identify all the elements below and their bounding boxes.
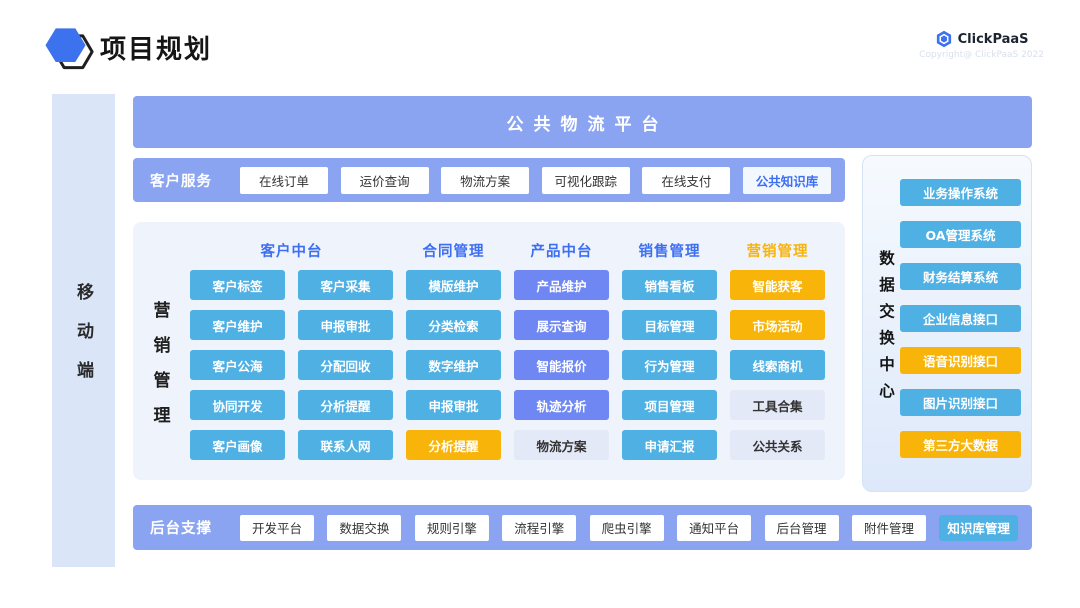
module-button[interactable]: 分析提醒: [298, 390, 393, 420]
module-button[interactable]: 公共关系: [730, 430, 825, 460]
customer-service-row: 客户服务 在线订单运价查询物流方案可视化跟踪在线支付公共知识库: [133, 158, 845, 202]
module-button[interactable]: 联系人网: [298, 430, 393, 460]
module-button[interactable]: 申报审批: [406, 390, 501, 420]
backend-button[interactable]: 数据交换: [327, 515, 401, 541]
integration-button[interactable]: 语音识别接口: [900, 347, 1021, 374]
column-header: 合同管理: [406, 240, 501, 261]
page-title: 项目规划: [100, 29, 212, 66]
customer-service-label: 客户服务: [150, 170, 212, 191]
module-button[interactable]: 产品维护: [514, 270, 609, 300]
module-button[interactable]: 线索商机: [730, 350, 825, 380]
module-button[interactable]: 客户画像: [190, 430, 285, 460]
module-button[interactable]: 客户采集: [298, 270, 393, 300]
service-button[interactable]: 可视化跟踪: [542, 167, 630, 194]
module-button[interactable]: 协同开发: [190, 390, 285, 420]
service-button[interactable]: 在线订单: [240, 167, 328, 194]
module-button[interactable]: 分析提醒: [406, 430, 501, 460]
module-button[interactable]: 目标管理: [622, 310, 717, 340]
service-button[interactable]: 运价查询: [341, 167, 429, 194]
data-exchange-buttons: 业务操作系统 OA管理系统财务结算系统企业信息接口语音识别接口图片识别接口第三方大…: [900, 179, 1021, 458]
column-headers: 客户中台合同管理产品中台销售管理营销管理: [190, 234, 825, 266]
backend-support-label: 后台支撑: [150, 517, 212, 538]
mobile-rail-label: 移动端: [71, 283, 96, 400]
integration-button[interactable]: 财务结算系统: [900, 263, 1021, 290]
column-header: 客户中台: [190, 240, 393, 261]
module-button[interactable]: 模版维护: [406, 270, 501, 300]
module-button[interactable]: 智能获客: [730, 270, 825, 300]
integration-button[interactable]: 第三方大数据: [900, 431, 1021, 458]
data-exchange-panel: 数据交换中心 业务操作系统OA管理系统财务结算系统企业信息接口语音识别接口图片识…: [862, 155, 1032, 492]
module-button[interactable]: 申报审批: [298, 310, 393, 340]
integration-button[interactable]: OA管理系统: [900, 221, 1021, 248]
module-button[interactable]: 销售看板: [622, 270, 717, 300]
module-button[interactable]: 物流方案: [514, 430, 609, 460]
backend-button[interactable]: 开发平台: [240, 515, 314, 541]
backend-button[interactable]: 流程引擎: [502, 515, 576, 541]
brand-name: ClickPaaS: [958, 32, 1029, 47]
mobile-rail: 移动端: [52, 94, 115, 567]
column-header: 销售管理: [622, 240, 717, 261]
clickpaas-logo-icon: [935, 30, 953, 48]
module-button[interactable]: 展示查询: [514, 310, 609, 340]
brand-block: ClickPaaS Copyright@ ClickPaaS 2022: [919, 30, 1044, 60]
marketing-panel: 营销管理 客户中台合同管理产品中台销售管理营销管理 客户标签客户采集模版维护产品…: [133, 222, 845, 480]
service-button[interactable]: 物流方案: [441, 167, 529, 194]
backend-button[interactable]: 附件管理: [852, 515, 926, 541]
marketing-side-label: 营销管理: [143, 271, 177, 471]
backend-support-row: 后台支撑 开发平台数据交换规则引擎流程引擎爬虫引擎通知平台后台管理附件管理知识库…: [133, 505, 1032, 550]
backend-button[interactable]: 知识库管理: [939, 515, 1018, 541]
integration-button[interactable]: 企业信息接口: [900, 305, 1021, 332]
project-hexagon-icon: [38, 20, 94, 76]
column-header: 产品中台: [514, 240, 609, 261]
module-button[interactable]: 分配回收: [298, 350, 393, 380]
integration-button[interactable]: 图片识别接口: [900, 389, 1021, 416]
module-button[interactable]: 数字维护: [406, 350, 501, 380]
module-grid: 客户标签客户采集模版维护产品维护销售看板智能获客客户维护申报审批分类检索展示查询…: [190, 270, 825, 460]
module-button[interactable]: 客户标签: [190, 270, 285, 300]
module-button[interactable]: 市场活动: [730, 310, 825, 340]
backend-button[interactable]: 规则引擎: [415, 515, 489, 541]
module-button[interactable]: 分类检索: [406, 310, 501, 340]
module-button[interactable]: 轨迹分析: [514, 390, 609, 420]
service-button[interactable]: 在线支付: [642, 167, 730, 194]
customer-service-buttons: 在线订单运价查询物流方案可视化跟踪在线支付公共知识库: [240, 167, 831, 194]
backend-support-buttons: 开发平台数据交换规则引擎流程引擎爬虫引擎通知平台后台管理附件管理知识库管理: [240, 515, 1018, 541]
brand-copyright: Copyright@ ClickPaaS 2022: [919, 50, 1044, 60]
service-button[interactable]: 公共知识库: [743, 167, 831, 194]
module-button[interactable]: 申请汇报: [622, 430, 717, 460]
module-button[interactable]: 工具合集: [730, 390, 825, 420]
backend-button[interactable]: 通知平台: [677, 515, 751, 541]
backend-button[interactable]: 后台管理: [765, 515, 839, 541]
integration-button[interactable]: 业务操作系统: [900, 179, 1021, 206]
public-logistics-banner: 公共物流平台: [133, 96, 1032, 148]
data-exchange-label: 数据交换中心: [873, 162, 899, 497]
module-button[interactable]: 客户维护: [190, 310, 285, 340]
module-button[interactable]: 行为管理: [622, 350, 717, 380]
backend-button[interactable]: 爬虫引擎: [590, 515, 664, 541]
module-button[interactable]: 客户公海: [190, 350, 285, 380]
column-header: 营销管理: [730, 240, 825, 261]
module-button[interactable]: 智能报价: [514, 350, 609, 380]
module-button[interactable]: 项目管理: [622, 390, 717, 420]
banner-label: 公共物流平台: [497, 110, 669, 135]
